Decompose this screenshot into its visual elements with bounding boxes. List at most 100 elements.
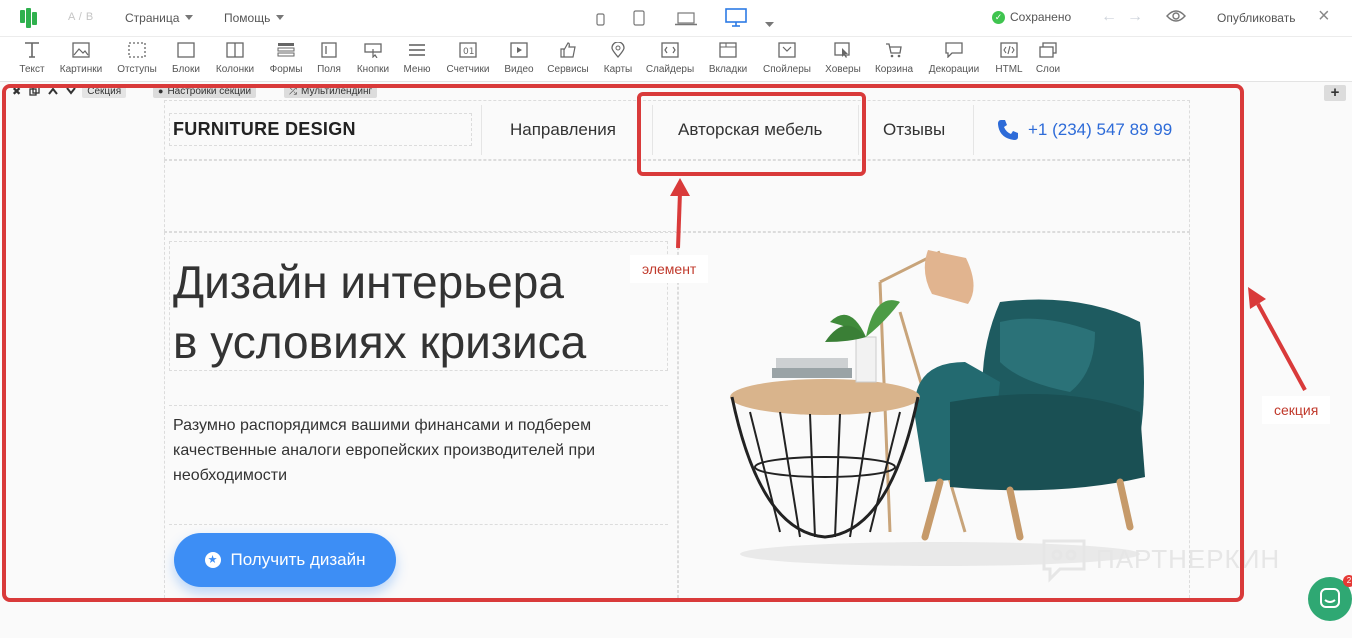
cart-icon <box>884 41 904 59</box>
section-settings-bar: ● Настройки секции <box>153 84 257 98</box>
mobile-small-icon[interactable] <box>596 13 605 31</box>
tool-spacing[interactable]: Отступы <box>116 41 158 75</box>
tool-buttons[interactable]: Кнопки <box>354 41 392 75</box>
tool-tabs[interactable]: Вкладки <box>706 41 750 75</box>
device-dropdown-icon[interactable] <box>765 15 774 33</box>
tool-decorations[interactable]: Декорации <box>926 41 982 75</box>
text-icon <box>22 41 42 59</box>
phone-number: +1 (234) 547 89 99 <box>1028 120 1173 139</box>
code-icon <box>999 41 1019 59</box>
tool-maps[interactable]: Карты <box>601 41 635 75</box>
section-settings-label: Настройки секции <box>167 85 252 97</box>
tool-label: Корзина <box>874 64 914 75</box>
tool-sliders[interactable]: Слайдеры <box>645 41 695 75</box>
nav-item-reviews[interactable]: Отзывы <box>883 120 945 140</box>
watermark-text: ПАРТНЕРКИН <box>1096 543 1281 574</box>
hero-description[interactable]: Разумно распорядимся вашими финансами и … <box>173 413 653 488</box>
save-status-label: Сохранено <box>1010 10 1072 24</box>
add-section-button[interactable]: + <box>1324 85 1346 101</box>
tool-cart[interactable]: Корзина <box>873 41 915 75</box>
desktop-icon[interactable] <box>725 8 747 33</box>
help-menu[interactable]: Помощь <box>224 11 285 25</box>
tool-label: Слои <box>1035 64 1061 75</box>
hover-cursor-icon <box>833 41 853 59</box>
tool-video[interactable]: Видео <box>502 41 536 75</box>
move-down-icon[interactable] <box>64 84 78 98</box>
tool-columns[interactable]: Колонки <box>213 41 257 75</box>
tool-spoilers[interactable]: Спойлеры <box>760 41 814 75</box>
button-cursor-icon <box>363 41 383 59</box>
tool-label: Счетчики <box>446 64 490 75</box>
tool-label: Декорации <box>928 64 980 75</box>
forms-icon <box>276 41 296 59</box>
tool-layers[interactable]: Слои <box>1034 41 1062 75</box>
tool-forms[interactable]: Формы <box>266 41 306 75</box>
section-annotation: секция <box>1262 396 1331 424</box>
tool-label: HTML <box>995 64 1023 75</box>
page-menu-label: Страница <box>125 11 180 25</box>
drop-icon: ● <box>158 86 164 96</box>
tool-text[interactable]: Текст <box>16 41 48 75</box>
tool-images[interactable]: Картинки <box>57 41 105 75</box>
check-icon: ✓ <box>992 10 1005 24</box>
ab-test-button[interactable]: A / B <box>68 11 94 23</box>
preview-eye-icon[interactable] <box>1166 8 1186 29</box>
app-logo-icon[interactable] <box>20 8 42 28</box>
nav-item-custom-furniture[interactable]: Авторская мебель <box>678 120 822 140</box>
publish-button[interactable]: Опубликовать <box>1217 11 1295 25</box>
chevron-down-icon <box>276 15 285 20</box>
site-logo[interactable]: FURNITURE DESIGN <box>173 119 356 140</box>
section-chip-label: Секция <box>87 85 122 97</box>
spacer-block[interactable] <box>164 160 1190 232</box>
section-label-chip[interactable]: Секция <box>82 84 127 98</box>
undo-icon[interactable]: ← <box>1101 8 1117 26</box>
tool-label: Меню <box>403 64 431 75</box>
tool-label: Сервисы <box>547 64 589 75</box>
tool-label: Спойлеры <box>763 64 811 75</box>
multilanding-button[interactable]: ⤮ Мультилендинг <box>284 84 378 98</box>
tool-html[interactable]: HTML <box>992 41 1026 75</box>
tool-label: Ховеры <box>825 64 861 75</box>
tool-services[interactable]: Сервисы <box>545 41 591 75</box>
spacing-icon <box>127 41 147 59</box>
nav-divider <box>973 105 974 155</box>
tool-blocks[interactable]: Блоки <box>169 41 203 75</box>
tablet-icon[interactable] <box>633 10 645 31</box>
get-design-button[interactable]: ★ Получить дизайн <box>174 533 396 587</box>
watermark-logo-icon <box>1042 539 1086 583</box>
phone-icon <box>998 120 1018 140</box>
laptop-icon[interactable] <box>675 12 697 31</box>
page-menu[interactable]: Страница <box>125 11 194 25</box>
tool-label: Кнопки <box>356 64 390 75</box>
save-status: ✓ Сохранено <box>992 10 1071 24</box>
fields-icon <box>319 41 339 59</box>
tabs-icon <box>718 41 738 59</box>
tool-menu[interactable]: Меню <box>401 41 433 75</box>
tool-hovers[interactable]: Ховеры <box>823 41 863 75</box>
tool-label: Колонки <box>215 64 255 75</box>
element-annotation: элемент <box>630 255 709 283</box>
delete-section-icon[interactable]: ✖ <box>10 84 23 98</box>
nav-divider <box>481 105 482 155</box>
svg-text:01: 01 <box>463 47 474 57</box>
close-icon[interactable]: × <box>1318 6 1330 26</box>
nav-item-directions[interactable]: Направления <box>510 120 616 140</box>
phone-link[interactable]: +1 (234) 547 89 99 <box>996 118 1172 142</box>
shuffle-icon: ⤮ <box>289 85 297 97</box>
section-settings-button[interactable]: ● Настройки секции <box>153 84 257 98</box>
cta-label: Получить дизайн <box>230 550 366 569</box>
hero-title-line-1: Дизайн интерьера <box>173 256 564 308</box>
tool-counters[interactable]: 01 Счетчики <box>444 41 492 75</box>
move-up-icon[interactable] <box>46 84 60 98</box>
tool-label: Поля <box>317 64 341 75</box>
nav-divider <box>652 105 653 155</box>
chat-unread-badge: 2 <box>1343 575 1352 587</box>
tool-fields[interactable]: Поля <box>314 41 344 75</box>
redo-icon[interactable]: → <box>1127 8 1143 26</box>
tool-label: Видео <box>504 64 534 75</box>
speech-bubble-icon <box>944 41 964 59</box>
hero-title[interactable]: Дизайн интерьера в условиях кризиса <box>173 252 586 372</box>
slider-icon <box>660 41 680 59</box>
copy-section-icon[interactable] <box>27 84 42 98</box>
video-icon <box>509 41 529 59</box>
